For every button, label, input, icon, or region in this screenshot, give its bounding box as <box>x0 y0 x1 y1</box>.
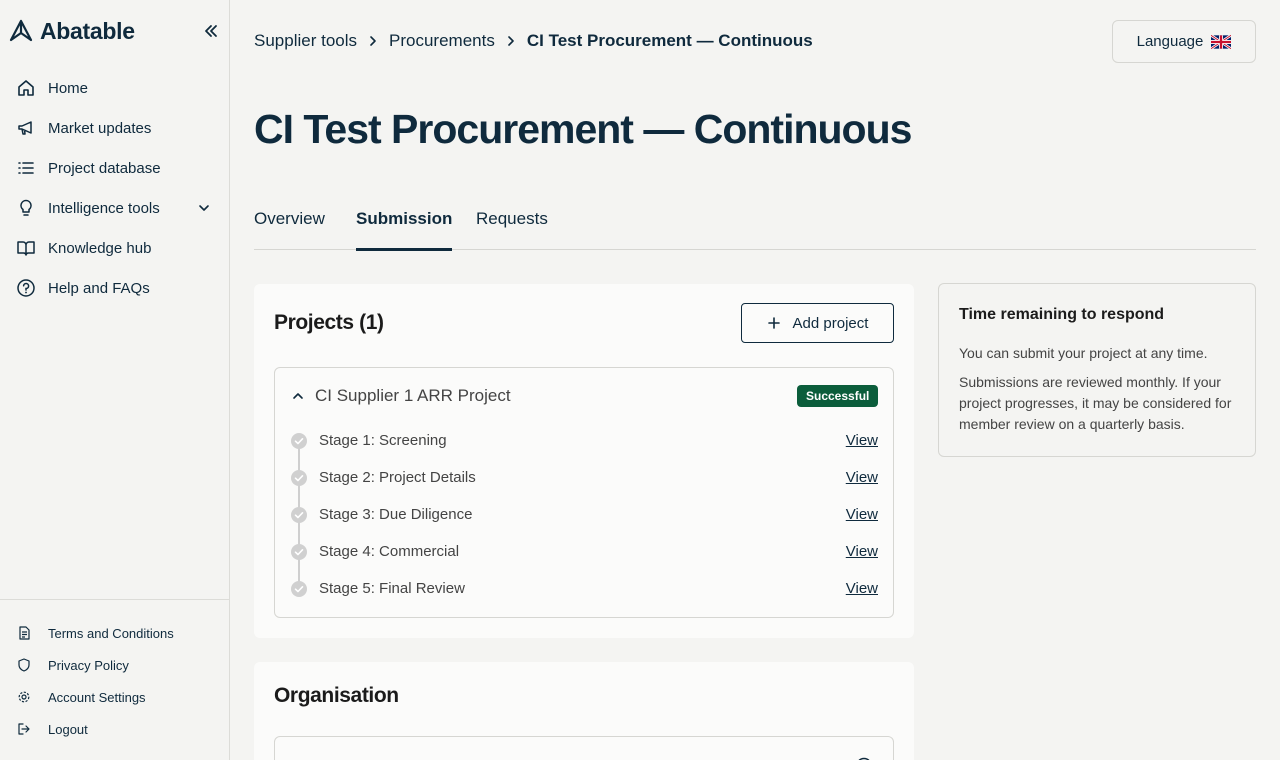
megaphone-icon <box>16 118 36 138</box>
sidebar-item-knowledge-hub[interactable]: Knowledge hub <box>0 228 229 268</box>
list-item: Stage 3: Due Diligence View <box>290 496 878 533</box>
view-stage-link[interactable]: View <box>846 506 878 523</box>
stage-label: Stage 5: Final Review <box>319 580 465 597</box>
organisation-title: Organisation <box>274 684 399 707</box>
add-project-button[interactable]: Add project <box>741 303 894 343</box>
chevron-right-icon <box>495 35 527 47</box>
footer-item-privacy[interactable]: Privacy Policy <box>0 649 229 681</box>
time-remaining-card: Time remaining to respond You can submit… <box>938 283 1256 457</box>
sidebar-footer: Terms and Conditions Privacy Policy Acco… <box>0 599 229 745</box>
status-badge: Successful <box>797 385 879 407</box>
check-circle-icon <box>291 506 307 523</box>
list-item: Stage 2: Project Details View <box>290 459 878 496</box>
tab-submission[interactable]: Submission <box>356 198 453 251</box>
tab-requests[interactable]: Requests <box>476 198 548 250</box>
breadcrumb-procurements[interactable]: Procurements <box>389 31 495 51</box>
brand-name: Abatable <box>40 17 135 44</box>
document-icon <box>16 625 32 641</box>
sidebar-item-label: Project database <box>48 159 161 177</box>
footer-item-logout[interactable]: Logout <box>0 713 229 745</box>
footer-item-terms[interactable]: Terms and Conditions <box>0 617 229 649</box>
sidebar-item-intelligence-tools[interactable]: Intelligence tools <box>0 188 229 228</box>
footer-item-label: Privacy Policy <box>48 657 129 673</box>
lightbulb-icon <box>16 198 36 218</box>
breadcrumb-supplier-tools[interactable]: Supplier tools <box>254 31 357 51</box>
projects-title: Projects (1) <box>274 311 384 334</box>
list-icon <box>16 158 36 178</box>
view-stage-link[interactable]: View <box>846 543 878 560</box>
organisation-panel <box>274 736 894 760</box>
logo-row: Abatable <box>8 16 222 46</box>
check-circle-icon <box>291 580 307 597</box>
sidebar-item-label: Home <box>48 79 89 97</box>
plus-icon <box>767 317 780 329</box>
footer-item-label: Logout <box>48 721 88 737</box>
view-stage-link[interactable]: View <box>846 432 878 449</box>
time-remaining-text: Submissions are reviewed monthly. If you… <box>959 374 1232 432</box>
gear-icon <box>16 689 32 705</box>
sidebar-item-label: Knowledge hub <box>48 239 152 257</box>
check-circle-icon <box>291 469 307 486</box>
sidebar: Abatable Home Market updates Project dat… <box>0 0 230 760</box>
organisation-card: Organisation <box>254 662 914 760</box>
uk-flag-icon <box>1211 34 1232 49</box>
help-icon <box>16 278 36 298</box>
footer-item-label: Account Settings <box>48 689 146 705</box>
stage-label: Stage 2: Project Details <box>319 469 476 486</box>
chevron-up-icon <box>293 393 303 399</box>
stage-label: Stage 3: Due Diligence <box>319 506 473 523</box>
add-project-label: Add project <box>792 314 869 332</box>
sidebar-item-label: Help and FAQs <box>48 279 150 297</box>
view-stage-link[interactable]: View <box>846 580 878 597</box>
time-remaining-text: You can submit your project at any time. <box>959 345 1208 361</box>
stage-label: Stage 1: Screening <box>319 432 447 449</box>
brand-logo[interactable]: Abatable <box>8 16 135 46</box>
project-panel: CI Supplier 1 ARR Project Successful Sta… <box>274 367 894 618</box>
sidebar-item-market-updates[interactable]: Market updates <box>0 108 229 148</box>
abatable-logo-icon <box>9 19 33 42</box>
sidebar-item-label: Intelligence tools <box>48 199 160 217</box>
double-chevron-left-icon <box>205 25 217 37</box>
sidebar-item-label: Market updates <box>48 119 152 137</box>
list-item: Stage 5: Final Review View <box>290 570 878 607</box>
tab-bar: Overview Submission Requests <box>254 198 1256 251</box>
view-stage-link[interactable]: View <box>846 469 878 486</box>
page-title: CI Test Procurement — Continuous <box>254 106 912 152</box>
sidebar-item-project-database[interactable]: Project database <box>0 148 229 188</box>
check-circle-icon <box>291 432 307 449</box>
chevron-down-icon[interactable] <box>197 201 211 215</box>
footer-item-account-settings[interactable]: Account Settings <box>0 681 229 713</box>
list-item: Stage 4: Commercial View <box>290 533 878 570</box>
sidebar-item-help-faqs[interactable]: Help and FAQs <box>0 268 229 308</box>
time-remaining-title: Time remaining to respond <box>959 306 1165 323</box>
shield-icon <box>16 657 32 673</box>
project-name: CI Supplier 1 ARR Project <box>315 386 511 405</box>
language-label: Language <box>1136 33 1204 50</box>
chevron-right-icon <box>357 35 389 47</box>
stage-list: Stage 1: Screening View Stage 2: Project… <box>290 422 878 607</box>
footer-item-label: Terms and Conditions <box>48 625 174 641</box>
main-nav: Home Market updates Project database Int… <box>0 68 229 308</box>
sidebar-item-home[interactable]: Home <box>0 68 229 108</box>
stage-label: Stage 4: Commercial <box>319 543 460 560</box>
tab-overview[interactable]: Overview <box>254 198 325 250</box>
breadcrumb: Supplier tools Procurements CI Test Proc… <box>254 30 813 52</box>
breadcrumb-current: CI Test Procurement — Continuous <box>526 31 813 50</box>
project-toggle[interactable]: CI Supplier 1 ARR Project <box>291 385 511 407</box>
logout-icon <box>16 721 32 737</box>
book-icon <box>16 238 36 258</box>
home-icon <box>16 78 36 98</box>
projects-card: Projects (1) Add project CI Supplier 1 A… <box>254 284 914 638</box>
collapse-sidebar-button[interactable] <box>200 20 222 42</box>
language-button[interactable]: Language <box>1112 20 1256 63</box>
check-circle-icon <box>291 543 307 560</box>
list-item: Stage 1: Screening View <box>290 422 878 459</box>
